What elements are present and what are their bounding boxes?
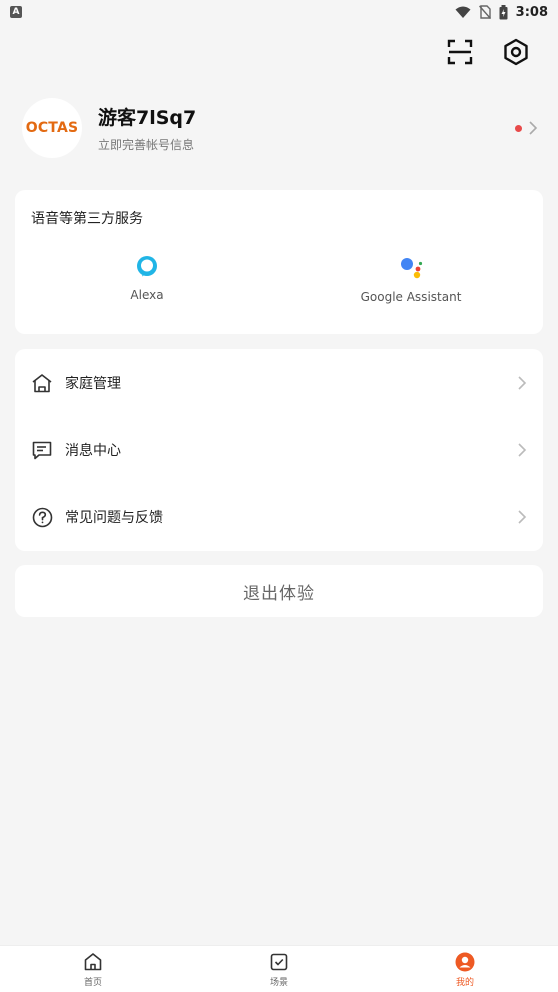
nav-label: 首页 (83, 978, 102, 988)
nav-item-scene[interactable]: 场景 (239, 952, 319, 988)
chevron-right-icon (518, 376, 527, 390)
avatar-logo-text: OCTAS (25, 120, 79, 136)
menu-label: 常见问题与反馈 (65, 510, 163, 526)
chevron-right-icon (518, 510, 527, 524)
nav-item-home[interactable]: 首页 (53, 952, 133, 988)
settings-button[interactable] (502, 38, 530, 66)
wifi-icon (455, 6, 471, 18)
status-bar: A 3:08 (0, 0, 558, 24)
logout-button[interactable]: 退出体验 (15, 565, 543, 617)
services-card: 语音等第三方服务 Alexa Google Assistant (15, 190, 543, 334)
profile-subtitle: 立即完善帐号信息 (98, 138, 195, 152)
no-sim-icon (478, 5, 491, 19)
menu-item-faq-feedback[interactable]: 常见问题与反馈 (15, 484, 543, 550)
alexa-icon (137, 256, 157, 277)
app-notification-icon: A (10, 6, 22, 18)
profile-header[interactable]: OCTAS 游客7lSq7 立即完善帐号信息 (22, 98, 538, 158)
profile-name: 游客7lSq7 (98, 107, 197, 129)
scan-button[interactable] (446, 38, 474, 66)
nav-label: 场景 (269, 978, 288, 988)
message-icon (31, 439, 53, 461)
scene-check-icon (270, 953, 288, 971)
profile-text: 游客7lSq7 立即完善帐号信息 (98, 103, 196, 153)
logout-label: 退出体验 (243, 583, 315, 604)
top-actions (446, 38, 530, 66)
services-title: 语音等第三方服务 (31, 211, 143, 227)
help-circle-icon (31, 506, 53, 528)
menu-label: 家庭管理 (65, 376, 121, 392)
menu-item-home-management[interactable]: 家庭管理 (15, 350, 543, 416)
battery-charging-icon (499, 4, 508, 19)
status-time: 3:08 (515, 4, 548, 20)
settings-hexagon-icon (504, 38, 528, 66)
nav-label: 我的 (455, 978, 474, 988)
service-label-alexa: Alexa (130, 288, 164, 302)
avatar[interactable]: OCTAS (22, 98, 82, 158)
service-label-google: Google Assistant (360, 290, 462, 304)
profile-arrow[interactable] (515, 120, 538, 136)
bottom-nav: 首页 场景 我的 (0, 945, 558, 992)
service-alexa[interactable]: Alexa (47, 254, 247, 302)
home-outline-icon (31, 372, 53, 394)
google-assistant-icon (401, 258, 423, 279)
notification-dot (515, 124, 522, 132)
chevron-right-icon (529, 121, 538, 135)
nav-item-mine[interactable]: 我的 (425, 952, 505, 988)
service-google-assistant[interactable]: Google Assistant (311, 254, 511, 304)
menu-label: 消息中心 (65, 443, 121, 459)
menu-card: 家庭管理 消息中心 常见问题与反馈 (15, 349, 543, 551)
status-indicators: 3:08 (455, 4, 548, 20)
chevron-right-icon (518, 443, 527, 457)
menu-item-message-center[interactable]: 消息中心 (15, 417, 543, 483)
profile-icon (455, 952, 475, 972)
scan-icon (447, 39, 473, 65)
home-icon (84, 953, 102, 971)
